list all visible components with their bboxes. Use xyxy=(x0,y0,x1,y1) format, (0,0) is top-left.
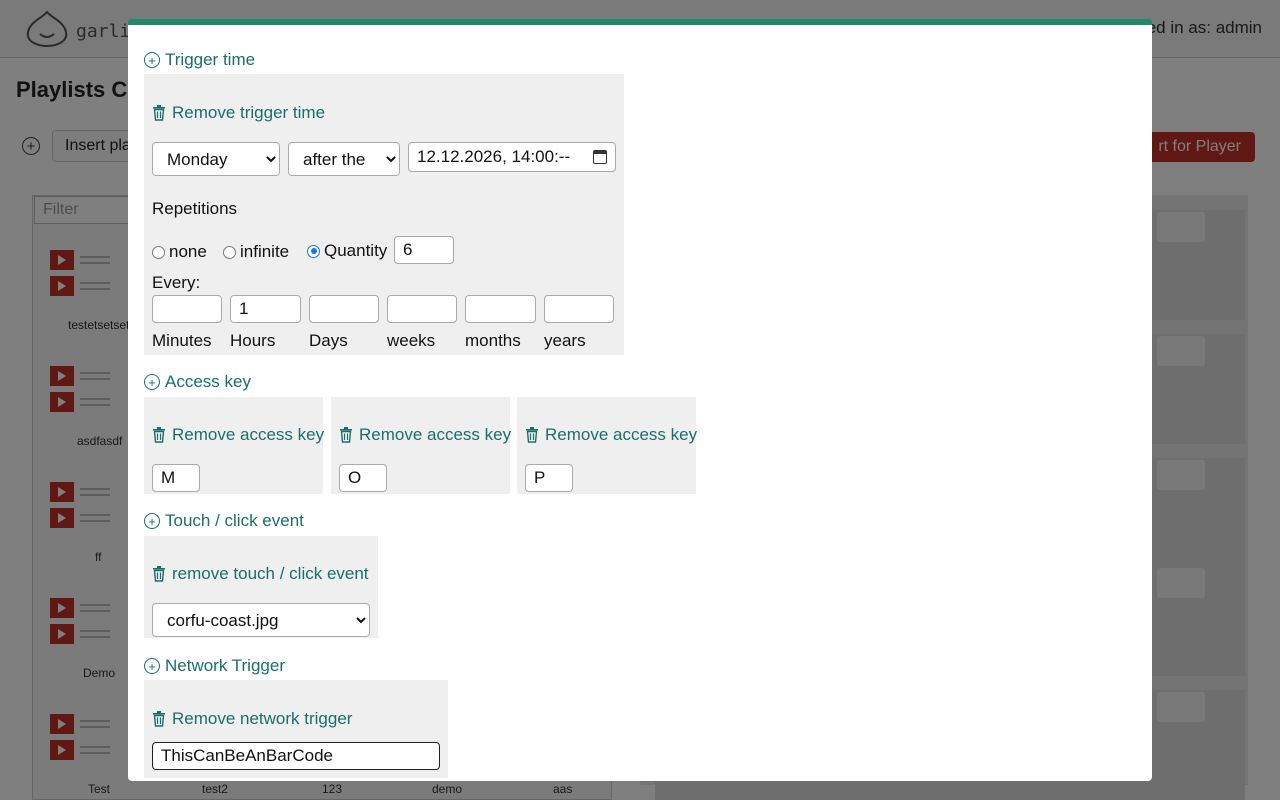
network-trigger-heading: Network Trigger xyxy=(165,656,285,675)
datetime-input[interactable]: 12.12.2026, 14:00:-- xyxy=(408,142,616,172)
trash-icon xyxy=(153,566,165,582)
access-key-input[interactable] xyxy=(339,464,387,492)
trash-icon xyxy=(526,427,538,443)
radio-quantity-label: Quantity xyxy=(324,241,388,260)
radio-button-selected[interactable] xyxy=(307,244,320,258)
add-touch-event-link[interactable]: + Touch / click event xyxy=(144,511,304,531)
calendar-icon[interactable] xyxy=(593,150,607,164)
remove-access-key-link[interactable]: Remove access key xyxy=(152,425,324,445)
remove-trigger-time-label: Remove trigger time xyxy=(172,103,326,122)
repetitions-label: Repetitions xyxy=(152,199,238,218)
months-input[interactable] xyxy=(465,295,536,323)
radio-none-label: none xyxy=(169,242,207,261)
datetime-value: 12.12.2026, 14:00:-- xyxy=(417,147,571,166)
quantity-input[interactable] xyxy=(394,236,454,264)
network-trigger-input[interactable] xyxy=(152,742,440,770)
trash-icon xyxy=(153,427,165,443)
hours-input[interactable] xyxy=(230,295,301,323)
years-label: years xyxy=(544,331,586,350)
access-key-heading: Access key xyxy=(165,372,251,391)
touch-event-media-select[interactable]: corfu-coast.jpg xyxy=(152,603,370,637)
access-key-input[interactable] xyxy=(525,464,573,492)
remove-access-key-label: Remove access key xyxy=(359,425,512,444)
touch-event-heading: Touch / click event xyxy=(165,511,304,530)
trash-icon xyxy=(153,711,165,727)
remove-network-trigger-link[interactable]: Remove network trigger xyxy=(152,709,352,729)
repetition-infinite-option[interactable]: infinite xyxy=(223,242,289,262)
years-input[interactable] xyxy=(544,295,614,323)
plus-circle-icon: + xyxy=(144,658,160,674)
add-trigger-time-link[interactable]: + Trigger time xyxy=(144,50,255,70)
radio-button[interactable] xyxy=(152,245,165,259)
remove-trigger-time-link[interactable]: Remove trigger time xyxy=(152,103,325,123)
add-access-key-link[interactable]: + Access key xyxy=(144,372,251,392)
minutes-input[interactable] xyxy=(152,295,222,323)
weeks-label: weeks xyxy=(387,331,436,350)
days-label: Days xyxy=(309,331,348,350)
radio-infinite-label: infinite xyxy=(240,242,290,261)
add-network-trigger-link[interactable]: + Network Trigger xyxy=(144,656,285,676)
radio-button[interactable] xyxy=(223,245,236,259)
remove-touch-event-link[interactable]: remove touch / click event xyxy=(152,564,369,584)
trash-icon xyxy=(153,105,165,121)
remove-network-trigger-label: Remove network trigger xyxy=(172,709,353,728)
playlist-properties-modal: + Trigger time Remove trigger time Monda… xyxy=(128,19,1152,781)
trigger-time-heading: Trigger time xyxy=(165,50,256,69)
trash-icon xyxy=(340,427,352,443)
minutes-label: Minutes xyxy=(152,331,212,350)
relation-select[interactable]: after the xyxy=(288,142,400,176)
repetition-quantity-option[interactable]: Quantity xyxy=(307,241,387,261)
remove-touch-event-label: remove touch / click event xyxy=(172,564,369,583)
remove-access-key-label: Remove access key xyxy=(545,425,698,444)
remove-access-key-link[interactable]: Remove access key xyxy=(339,425,511,445)
every-label: Every: xyxy=(152,273,201,292)
months-label: months xyxy=(465,331,521,350)
remove-access-key-link[interactable]: Remove access key xyxy=(525,425,697,445)
plus-circle-icon: + xyxy=(144,513,160,529)
access-key-input[interactable] xyxy=(152,464,200,492)
hours-label: Hours xyxy=(230,331,276,350)
plus-circle-icon: + xyxy=(144,374,160,390)
weekday-select[interactable]: Monday xyxy=(152,142,280,176)
weeks-input[interactable] xyxy=(387,295,457,323)
remove-access-key-label: Remove access key xyxy=(172,425,325,444)
repetition-none-option[interactable]: none xyxy=(152,242,207,262)
plus-circle-icon: + xyxy=(144,52,160,68)
days-input[interactable] xyxy=(309,295,379,323)
